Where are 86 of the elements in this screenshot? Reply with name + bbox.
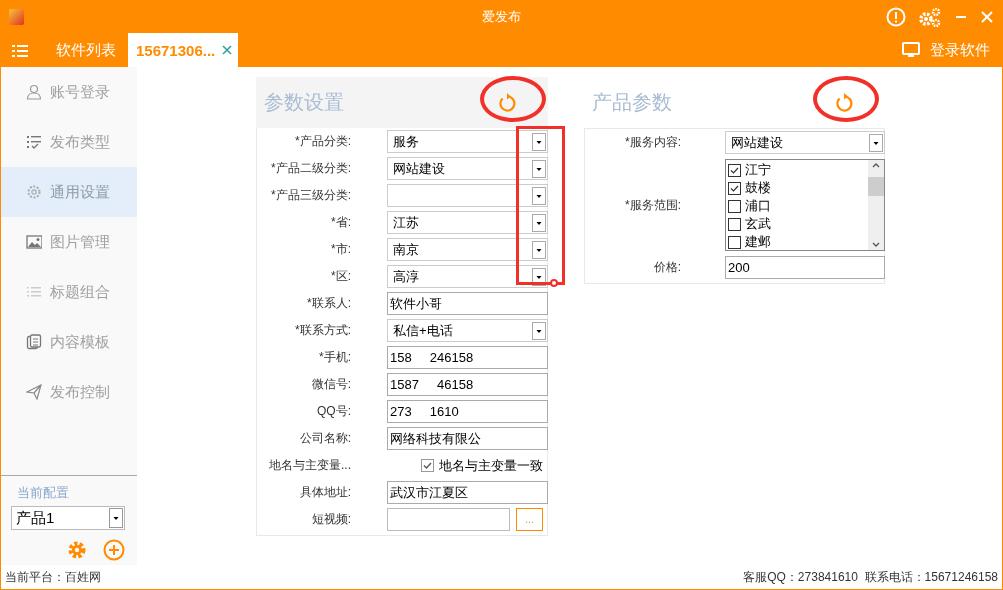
checklist-option[interactable]: 浦口: [728, 197, 866, 215]
field-label: *省:: [331, 214, 351, 231]
contact-text: 客服QQ：273841610 联系电话：15671246158: [743, 568, 998, 586]
document-icon: [26, 334, 42, 350]
close-icon[interactable]: [980, 9, 994, 24]
field-label: *区:: [331, 268, 351, 285]
close-icon[interactable]: [221, 44, 234, 56]
info-icon[interactable]: [886, 6, 906, 27]
panel-title: 参数设置: [264, 90, 344, 115]
panel-title: 产品参数: [592, 90, 672, 115]
list-icon: [26, 284, 42, 300]
field-label: *手机:: [319, 349, 351, 366]
text-field[interactable]: 武汉市江夏区: [387, 481, 548, 504]
dropdown-field[interactable]: 南京: [387, 238, 548, 261]
caret-icon: [532, 159, 546, 178]
checklist-option[interactable]: 鼓楼: [728, 179, 866, 197]
app-logo: [9, 8, 24, 25]
text-field[interactable]: 200: [725, 256, 885, 279]
caret-icon: [532, 132, 546, 151]
add-icon[interactable]: [103, 539, 125, 561]
dropdown-field[interactable]: [387, 184, 548, 207]
checklist-option[interactable]: 建邺: [728, 233, 866, 251]
menu-icon[interactable]: [12, 44, 28, 58]
dropdown-field[interactable]: 私信+电话: [387, 319, 548, 342]
field-label: *服务内容:: [625, 134, 681, 151]
field-label: 微信号:: [311, 376, 351, 393]
checked-checkbox-icon[interactable]: [421, 459, 434, 472]
settings-icon[interactable]: [918, 6, 942, 27]
refresh-icon[interactable]: [496, 91, 518, 114]
window-title: 爱发布: [482, 9, 521, 24]
checklist-icon: [26, 134, 42, 150]
field-label: *市:: [331, 241, 351, 258]
checklist-option[interactable]: 江宁: [728, 161, 866, 179]
text-field[interactable]: 网络科技有限公: [387, 427, 548, 450]
scroll-up-icon: [872, 162, 880, 168]
dropdown-field[interactable]: 网站建设: [725, 131, 885, 154]
gear-icon: [26, 184, 42, 200]
field-label: *产品分类:: [295, 133, 351, 150]
caret-icon: [869, 133, 883, 152]
dropdown-field[interactable]: 高淳: [387, 265, 548, 288]
checklist-option[interactable]: 玄武: [728, 215, 866, 233]
caret-icon: [532, 213, 546, 232]
highlight-circle: [813, 76, 879, 122]
field-label: 公司名称:: [299, 430, 351, 447]
text-field[interactable]: 软件小哥: [387, 292, 548, 315]
settings-icon[interactable]: [66, 539, 88, 561]
caret-icon: [532, 321, 546, 340]
caret-icon: [532, 240, 546, 259]
checkbox-label: 地名与主变量一致: [439, 456, 543, 475]
config-label: 当前配置: [17, 484, 70, 502]
field-label: 具体地址:: [299, 484, 351, 501]
file-path-field[interactable]: [387, 508, 510, 531]
scrollbar-thumb[interactable]: [868, 177, 884, 196]
field-label: *服务范围:: [625, 196, 681, 214]
person-icon: [26, 84, 42, 100]
image-icon: [26, 234, 42, 250]
checkbox-icon[interactable]: [728, 199, 741, 213]
field-label: 地名与主变量...: [269, 457, 351, 474]
resize-handle-icon: [550, 279, 558, 287]
caret-icon: [532, 186, 546, 205]
scrollbar[interactable]: [868, 160, 884, 250]
paper-plane-icon: [26, 384, 42, 400]
config-dropdown[interactable]: 产品1: [11, 506, 125, 530]
scroll-down-icon: [872, 242, 880, 248]
checkbox-icon[interactable]: [728, 235, 741, 249]
field-label: QQ号:: [317, 403, 351, 420]
checked-checkbox-icon[interactable]: [728, 163, 741, 177]
text-field[interactable]: 273 1610: [387, 400, 548, 423]
field-label: 价格:: [653, 259, 681, 276]
text-field[interactable]: 158 246158: [387, 346, 548, 369]
caret-icon: [109, 508, 123, 528]
platform-text: 当前平台：百姓网: [5, 568, 101, 586]
field-label: 短视频:: [311, 511, 351, 528]
dropdown-field[interactable]: 服务: [387, 130, 548, 153]
monitor-icon: [902, 42, 920, 58]
field-label: *联系方式:: [295, 322, 351, 339]
field-label: *联系人:: [307, 295, 351, 312]
refresh-icon[interactable]: [833, 91, 855, 114]
checkbox-icon[interactable]: [728, 217, 741, 231]
dropdown-field[interactable]: 江苏: [387, 211, 548, 234]
highlight-circle: [480, 76, 546, 122]
field-label: *产品二级分类:: [271, 160, 351, 177]
checked-checkbox-icon[interactable]: [728, 181, 741, 195]
dropdown-field[interactable]: 网站建设: [387, 157, 548, 180]
field-label: *产品三级分类:: [271, 187, 351, 204]
text-field[interactable]: 1587 46158: [387, 373, 548, 396]
